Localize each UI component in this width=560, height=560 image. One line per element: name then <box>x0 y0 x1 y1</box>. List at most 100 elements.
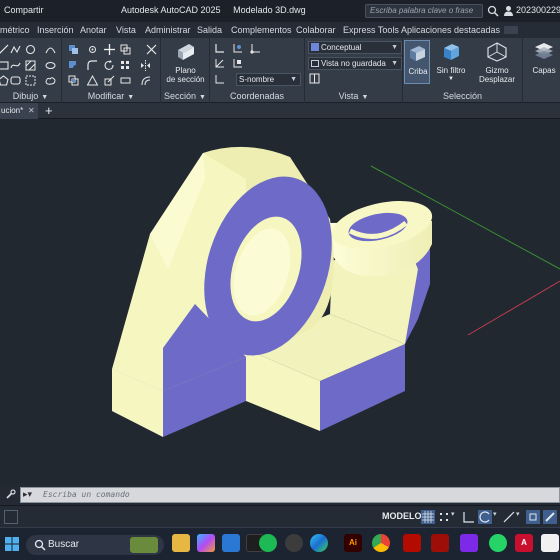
isodraft-icon[interactable] <box>502 510 516 524</box>
new-tab-button[interactable]: + <box>45 104 53 117</box>
polar-icon[interactable] <box>478 510 492 524</box>
command-input[interactable]: ▸▾ Escriba un comando <box>20 487 560 503</box>
taskbar-search[interactable]: Buscar <box>26 535 164 555</box>
ucs-3point-icon[interactable] <box>214 58 225 69</box>
sin-filtro-button[interactable]: Sin filtro ▼ <box>433 66 469 84</box>
3d-model[interactable] <box>112 146 436 437</box>
ortho-icon[interactable] <box>462 510 476 524</box>
spotify-icon[interactable] <box>259 534 277 552</box>
array-icon[interactable] <box>120 60 131 71</box>
boundary-icon[interactable] <box>25 75 36 86</box>
close-tab-icon[interactable]: ✕ <box>28 103 35 119</box>
drawing-viewport[interactable] <box>0 119 560 483</box>
layout-tabs-icon[interactable] <box>4 510 18 524</box>
layers-icon[interactable] <box>533 41 555 61</box>
search-icon[interactable] <box>487 5 499 17</box>
fillet-icon[interactable] <box>87 60 98 71</box>
acrobat-icon[interactable] <box>403 534 421 552</box>
polar-menu-icon[interactable]: ▾ <box>493 510 499 524</box>
criba-button[interactable]: Criba <box>404 40 430 84</box>
viewport-config-icon[interactable] <box>309 73 320 84</box>
intersect-icon[interactable] <box>68 75 79 86</box>
pdf-icon[interactable] <box>431 534 449 552</box>
tab-insercion[interactable]: Inserción <box>37 25 74 35</box>
snap-icon[interactable] <box>437 510 451 524</box>
trim-icon[interactable] <box>146 44 157 55</box>
tab-aplicaciones-destacadas[interactable]: Aplicaciones destacadas <box>401 25 500 35</box>
tab-vista[interactable]: Vista <box>116 25 136 35</box>
user-name[interactable]: 202300229 <box>516 5 560 15</box>
group-label-vista[interactable]: Vista ▼ <box>305 91 402 101</box>
gizmo-icon[interactable] <box>486 42 508 62</box>
group-label-modificar[interactable]: Modificar ▼ <box>62 91 160 101</box>
share-button[interactable]: Compartir <box>4 5 44 15</box>
group-label-dibujo[interactable]: Dibujo ▼ <box>0 91 61 101</box>
grid-icon[interactable] <box>421 510 435 524</box>
move-icon[interactable] <box>104 44 115 55</box>
circle-icon[interactable] <box>25 44 36 55</box>
capas-button[interactable]: Capas <box>528 66 560 75</box>
rectangle-icon[interactable] <box>0 60 9 71</box>
warning-icon[interactable] <box>87 75 98 86</box>
model-space-button[interactable]: MODELO <box>382 511 422 521</box>
copilot-icon[interactable] <box>197 534 215 552</box>
illustrator-icon[interactable]: Ai <box>344 534 362 552</box>
saved-view-dropdown[interactable]: Vista no guardada ▼ <box>308 57 402 70</box>
explode-icon[interactable] <box>87 44 98 55</box>
arc-icon[interactable] <box>45 44 56 55</box>
lineweight-icon[interactable] <box>543 510 557 524</box>
tab-administrar[interactable]: Administrar <box>145 25 191 35</box>
customize-icon[interactable] <box>5 489 16 500</box>
line-icon[interactable] <box>0 44 9 55</box>
command-prompt-icon[interactable]: ▸▾ <box>23 489 32 500</box>
chrome-icon[interactable] <box>372 534 390 552</box>
store-icon[interactable] <box>222 534 240 552</box>
ellipse-icon[interactable] <box>45 60 56 71</box>
polygon-icon[interactable] <box>0 75 9 86</box>
snap-menu-icon[interactable]: ▾ <box>451 510 457 524</box>
tab-complementos[interactable]: Complementos <box>231 25 292 35</box>
tab-drawing-active[interactable]: ucion* ✕ <box>0 103 38 119</box>
visual-style-dropdown[interactable]: Conceptual ▼ <box>308 41 402 54</box>
copy-icon[interactable] <box>120 44 131 55</box>
app-icon[interactable] <box>460 534 478 552</box>
autocad-2025-icon[interactable] <box>541 534 559 552</box>
rotate-icon[interactable] <box>104 60 115 71</box>
edge-icon[interactable] <box>310 534 328 552</box>
mirror-icon[interactable] <box>140 60 151 71</box>
revcloud-icon[interactable] <box>45 75 56 86</box>
spline-icon[interactable] <box>10 60 21 71</box>
tab-express-tools[interactable]: Express Tools <box>343 25 399 35</box>
tab-salida[interactable]: Salida <box>197 25 222 35</box>
region-icon[interactable] <box>10 75 21 86</box>
plano-seccion-button[interactable]: Plano de sección <box>161 66 210 84</box>
ucs-view-icon[interactable] <box>232 58 243 69</box>
section-plane-icon[interactable] <box>175 42 197 62</box>
polyline-icon[interactable] <box>10 44 21 55</box>
tab-parametrico[interactable]: métrico <box>0 25 30 35</box>
ucs-world-icon[interactable] <box>232 43 243 54</box>
tab-anotar[interactable]: Anotar <box>80 25 107 35</box>
isodraft-menu-icon[interactable]: ▾ <box>516 510 522 524</box>
scale-icon[interactable] <box>104 75 115 86</box>
ribbon-options-icon[interactable] <box>504 26 518 34</box>
windows-start-icon[interactable] <box>5 537 19 551</box>
stretch-icon[interactable] <box>120 75 131 86</box>
whatsapp-icon[interactable] <box>489 534 507 552</box>
hatch-icon[interactable] <box>25 60 36 71</box>
autocad-icon[interactable]: A <box>515 534 533 552</box>
tab-colaborar[interactable]: Colaborar <box>296 25 336 35</box>
ucs-name-dropdown[interactable]: S-nombre ▼ <box>236 73 301 86</box>
gizmo-desplazar-button[interactable]: Gizmo Desplazar <box>477 66 517 84</box>
media-icon[interactable] <box>285 534 303 552</box>
ucs-origin-icon[interactable] <box>250 43 261 54</box>
ucs-icon[interactable] <box>214 43 225 54</box>
subtract-icon[interactable] <box>68 60 79 71</box>
explorer-icon[interactable] <box>172 534 190 552</box>
filter-cube-icon[interactable] <box>441 42 461 62</box>
group-label-seccion[interactable]: Sección ▼ <box>161 91 209 101</box>
ucs-named-icon[interactable] <box>214 74 225 85</box>
object-snap-icon[interactable] <box>526 510 540 524</box>
user-icon[interactable] <box>503 5 514 16</box>
offset-icon[interactable] <box>140 75 151 86</box>
